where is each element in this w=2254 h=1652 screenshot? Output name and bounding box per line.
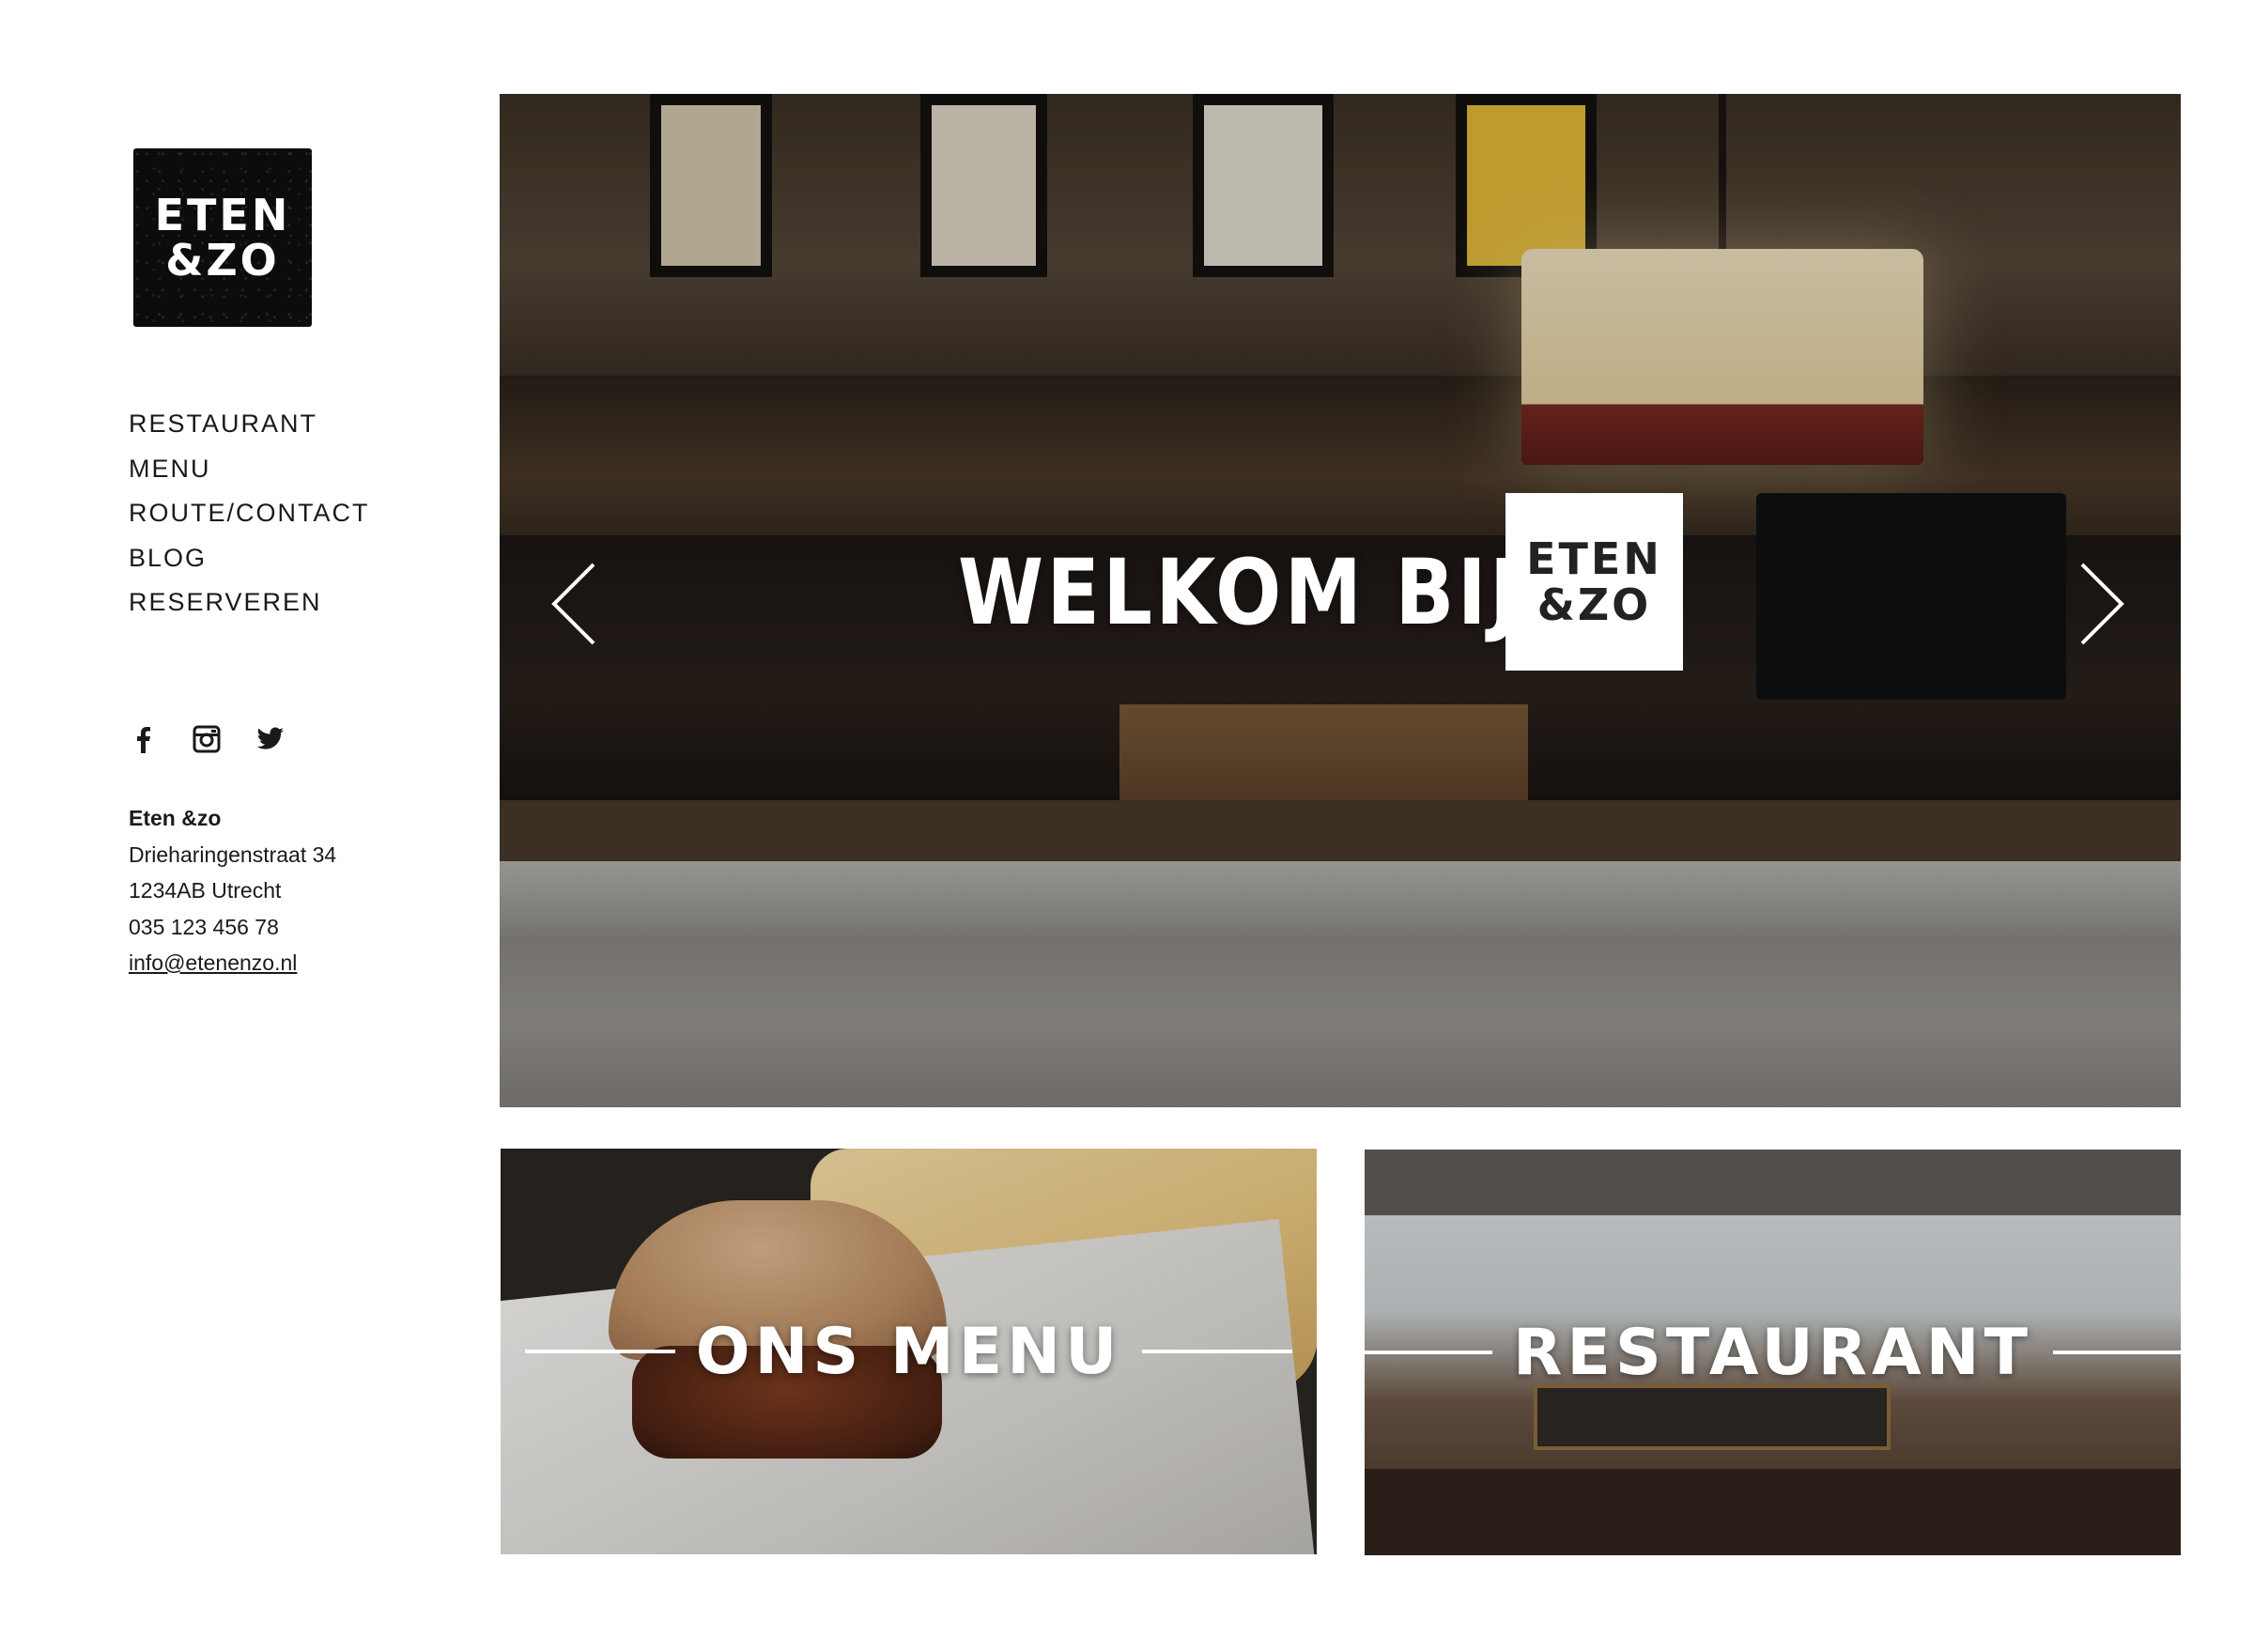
heading-rule-right [1142, 1350, 1293, 1353]
logo-text-line1: ETEN [154, 189, 291, 240]
twitter-icon[interactable] [256, 725, 285, 753]
instagram-icon[interactable] [193, 725, 221, 753]
heading-rule-left [524, 1350, 675, 1353]
nav-item-restaurant[interactable]: RESTAURANT [129, 402, 370, 447]
logo-text-line2: &ZO [165, 235, 280, 286]
nav-item-reserveren[interactable]: RESERVEREN [129, 580, 370, 625]
chevron-right-icon[interactable] [2075, 557, 2131, 651]
address-name: Eten &zo [129, 806, 222, 830]
nav-item-route-contact[interactable]: ROUTE/CONTACT [129, 491, 370, 536]
main-nav: RESTAURANT MENU ROUTE/CONTACT BLOG RESER… [129, 402, 370, 625]
hero-logo-badge: ETEN &ZO [1505, 493, 1683, 671]
hero-title-text: WELKOM BIJ [958, 540, 1522, 645]
contact-address: Eten &zo Drieharingenstraat 34 1234AB Ut… [129, 800, 336, 981]
facebook-icon[interactable] [129, 725, 157, 753]
heading-rule-left [1365, 1351, 1493, 1354]
address-street: Drieharingenstraat 34 [129, 841, 337, 867]
tile-heading: RESTAURANT [1365, 1150, 2181, 1555]
site-logo[interactable]: ETEN &ZO [133, 148, 312, 327]
tile-restaurant[interactable]: RESTAURANT [1365, 1150, 2181, 1555]
address-city: 1234AB Utrecht [129, 878, 282, 903]
heading-rule-right [2052, 1351, 2181, 1354]
nav-item-menu[interactable]: MENU [129, 447, 370, 492]
hero-badge-line1: ETEN [1526, 533, 1662, 585]
hero-badge-line2: &ZO [1536, 579, 1652, 630]
address-phone: 035 123 456 78 [129, 914, 279, 939]
nav-item-blog[interactable]: BLOG [129, 536, 370, 581]
social-links [129, 725, 285, 753]
tile-heading: ONS MENU [501, 1149, 1317, 1554]
tile-menu-label: ONS MENU [695, 1314, 1122, 1389]
hero-slider: WELKOM BIJ ETEN &ZO [500, 94, 2181, 1107]
address-email-link[interactable]: info@etenenzo.nl [129, 945, 336, 981]
tile-ons-menu[interactable]: ONS MENU [501, 1149, 1317, 1554]
tile-restaurant-label: RESTAURANT [1513, 1315, 2032, 1390]
hero-headline: WELKOM BIJ [958, 540, 1522, 645]
chevron-left-icon[interactable] [545, 557, 601, 651]
